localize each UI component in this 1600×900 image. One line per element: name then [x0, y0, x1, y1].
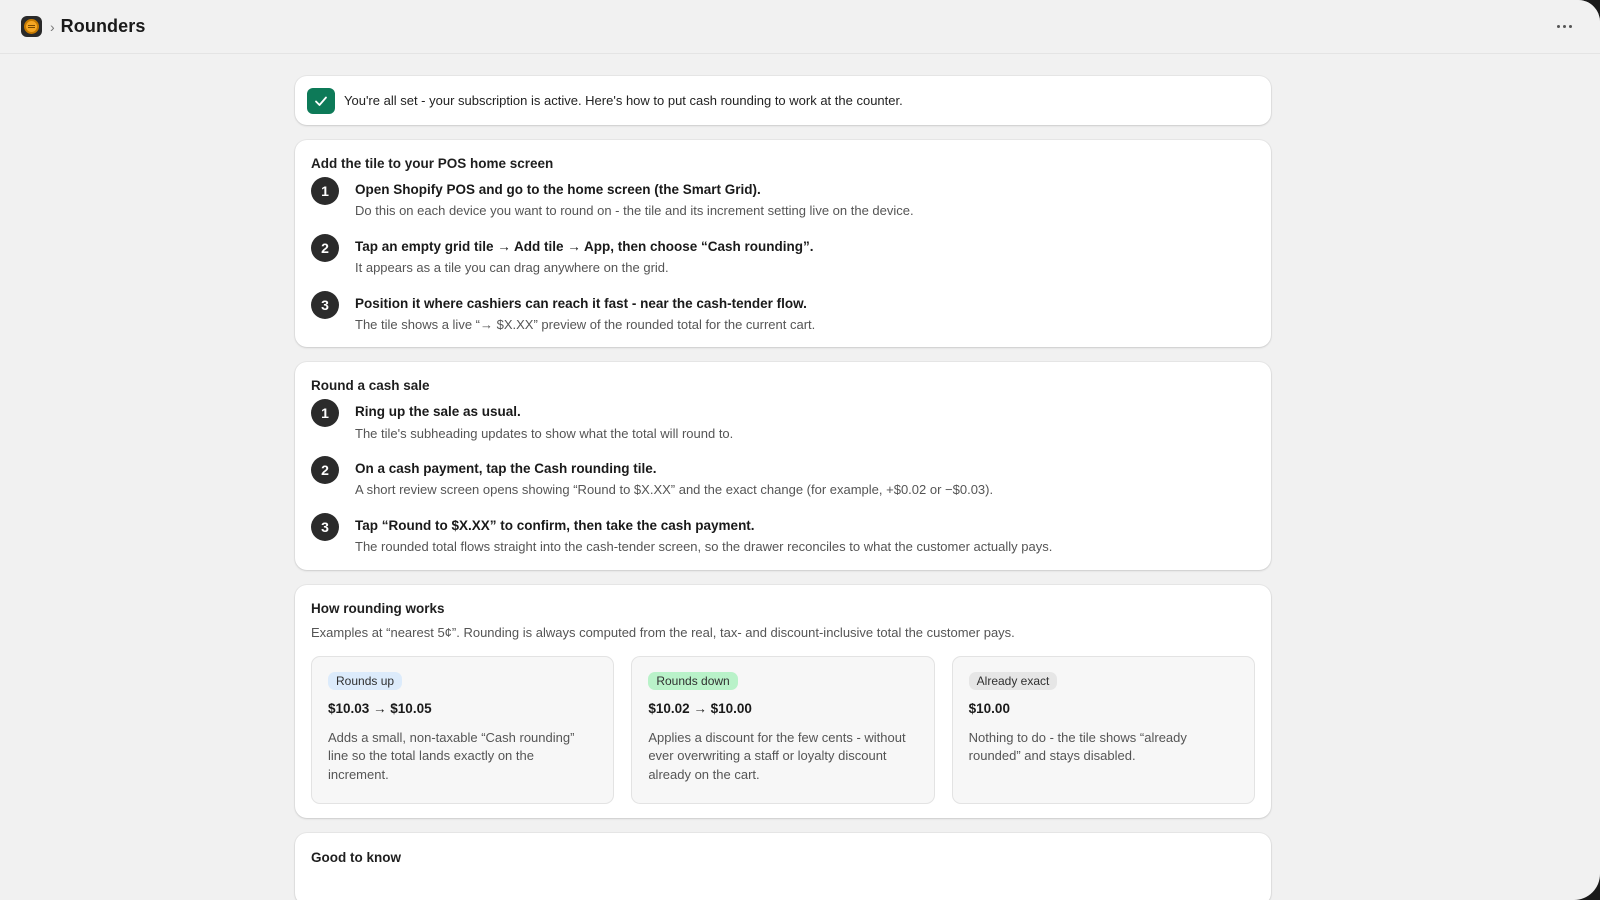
- setup-step: 1 Open Shopify POS and go to the home sc…: [311, 177, 1255, 220]
- step-number: 2: [311, 233, 339, 262]
- checkmark-icon: [307, 87, 335, 114]
- step-title: Tap an empty grid tile → Add tile → App,…: [355, 238, 814, 254]
- app-window: › Rounders You're all set - your subscri…: [0, 0, 1600, 900]
- how-title: How rounding works: [311, 600, 445, 616]
- success-banner: You're all set - your subscription is ac…: [295, 76, 1271, 125]
- status-badge: Rounds down: [648, 671, 738, 690]
- example-value: $10.02 → $10.00: [648, 700, 752, 716]
- more-horizontal-icon: [1556, 25, 1560, 28]
- good-to-know-title: Good to know: [311, 849, 401, 865]
- examples-row: Rounds up $10.03 → $10.05 Adds a small, …: [311, 655, 1255, 804]
- sale-step: 2 On a cash payment, tap the Cash roundi…: [311, 456, 1255, 499]
- more-horizontal-icon-dot: [1562, 25, 1566, 28]
- breadcrumb-separator: ›: [50, 18, 55, 35]
- example-value: $10.03 → $10.05: [328, 700, 432, 716]
- example-card-rounds-down: Rounds down $10.02 → $10.00 Applies a di…: [631, 655, 935, 804]
- banner-text: You're all set - your subscription is ac…: [344, 93, 903, 108]
- sale-step: 3 Tap “Round to $X.XX” to confirm, then …: [311, 512, 1255, 556]
- example-card-already-exact: Already exact $10.00 Nothing to do - the…: [951, 655, 1255, 804]
- sale-card: Round a cash sale 1 Ring up the sale as …: [295, 362, 1271, 570]
- how-description: Examples at “nearest 5¢”. Rounding is al…: [311, 624, 1015, 640]
- example-card-rounds-up: Rounds up $10.03 → $10.05 Adds a small, …: [311, 655, 615, 804]
- step-number: 2: [311, 456, 339, 485]
- main-content: You're all set - your subscription is ac…: [295, 76, 1271, 900]
- step-number: 1: [311, 177, 339, 205]
- app-title: Rounders: [60, 16, 146, 36]
- more-horizontal-icon-dot: [1568, 25, 1572, 28]
- step-description: The rounded total flows straight into th…: [355, 539, 1053, 555]
- step-title: Ring up the sale as usual.: [355, 404, 521, 420]
- step-description: The tile's subheading updates to show wh…: [355, 425, 734, 441]
- example-value: $10.00: [968, 700, 1010, 716]
- step-title: On a cash payment, tap the Cash rounding…: [355, 461, 657, 477]
- example-description: Applies a discount for the few cents - w…: [648, 729, 906, 783]
- setup-step: 2 Tap an empty grid tile → Add tile → Ap…: [311, 233, 1255, 277]
- status-badge: Already exact: [968, 671, 1058, 690]
- example-description: Nothing to do - the tile shows “already …: [968, 729, 1187, 764]
- top-bar: › Rounders: [0, 0, 1600, 54]
- setup-card: Add the tile to your POS home screen 1 O…: [295, 140, 1271, 348]
- step-description: Do this on each device you want to round…: [355, 203, 914, 219]
- step-number: 3: [311, 290, 339, 319]
- setup-title: Add the tile to your POS home screen: [311, 156, 554, 171]
- step-description: It appears as a tile you can drag anywhe…: [355, 259, 669, 275]
- sale-title: Round a cash sale: [311, 378, 430, 394]
- step-title: Open Shopify POS and go to the home scre…: [355, 182, 761, 197]
- step-number: 3: [311, 512, 339, 541]
- sale-step: 1 Ring up the sale as usual. The tile's …: [311, 399, 1255, 442]
- step-number: 1: [311, 399, 339, 428]
- good-to-know-card: Good to know: [295, 832, 1271, 900]
- step-title: Tap “Round to $X.XX” to confirm, then ta…: [355, 517, 755, 533]
- more-options-button[interactable]: [1548, 13, 1580, 41]
- step-description: A short review screen opens showing “Rou…: [355, 482, 994, 498]
- status-badge: Rounds up: [328, 671, 403, 690]
- how-rounding-card: How rounding works Examples at “nearest …: [295, 584, 1271, 818]
- setup-step: 3 Position it where cashiers can reach i…: [311, 290, 1255, 334]
- step-description: The tile shows a live “→ $X.XX” preview …: [355, 316, 816, 332]
- step-title: Position it where cashiers can reach it …: [355, 295, 807, 311]
- coin-app-icon[interactable]: [21, 16, 42, 37]
- example-description: Adds a small, non-taxable “Cash rounding…: [328, 729, 575, 783]
